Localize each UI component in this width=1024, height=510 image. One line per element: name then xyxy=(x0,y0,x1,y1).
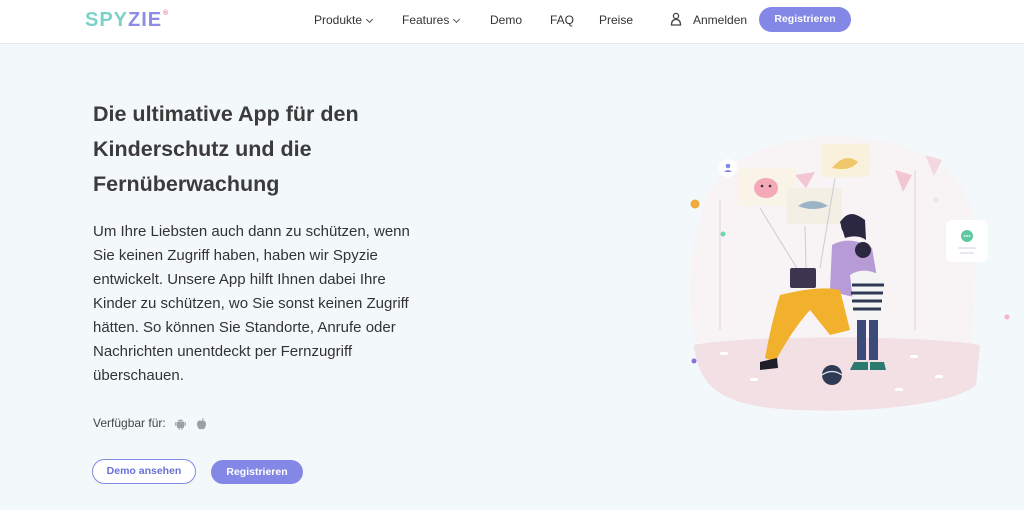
hero-title-line: Kinderschutz und die xyxy=(93,137,312,161)
hero-illustration xyxy=(690,136,1010,411)
logo-trademark: ® xyxy=(162,10,169,17)
top-navigation-bar: SPYZIE ® Produkte Features Demo FAQ Preis… xyxy=(0,0,1024,44)
chevron-down-icon xyxy=(453,15,461,24)
nav-produkte-label: Produkte xyxy=(314,13,363,27)
hero-text-line: Sie keinen Zugriff haben, haben wir Spyz… xyxy=(93,247,378,264)
login-label: Anmelden xyxy=(693,13,748,27)
demo-button[interactable]: Demo ansehen xyxy=(92,459,196,484)
login-link[interactable]: Anmelden xyxy=(693,13,747,27)
nav-faq-label: FAQ xyxy=(550,13,575,27)
hero-text-line: entwickelt. Unsere App hilft Ihnen dabei… xyxy=(93,271,386,288)
nav-demo-label: Demo xyxy=(490,13,523,27)
nav-demo[interactable]: Demo xyxy=(490,13,522,27)
chevron-down-icon xyxy=(365,15,374,24)
hero-text-line: Nachrichten unentdeckt per Fernzugriff xyxy=(93,343,353,360)
logo-text-part1: SPY xyxy=(85,9,129,31)
nav-faq[interactable]: FAQ xyxy=(550,13,574,27)
hero-title-line: Fernüberwachung xyxy=(93,172,280,196)
available-label: Verfügbar für: xyxy=(93,416,166,430)
nav-preise-label: Preise xyxy=(599,13,634,27)
hero-description: Um Ihre Liebsten auch dann zu schützen, … xyxy=(93,220,443,388)
register-button-header[interactable]: Registrieren xyxy=(759,7,851,32)
spyzie-logo[interactable]: SPYZIE ® xyxy=(85,9,168,32)
nav-produkte[interactable]: Produkte xyxy=(314,13,374,27)
register-button[interactable]: Registrieren xyxy=(211,460,303,484)
hero-title: Die ultimative App für den Kinderschutz … xyxy=(93,97,513,202)
available-platforms: Verfügbar für: xyxy=(93,416,208,430)
nav-preise[interactable]: Preise xyxy=(599,13,633,27)
android-icon[interactable] xyxy=(174,417,187,430)
hero-text-line: Kinder zu schützen, wo Sie sonst keinen … xyxy=(93,295,409,312)
nav-features-label: Features xyxy=(402,13,450,27)
hero-text-line: überschauen. xyxy=(93,367,184,384)
hero-title-line: Die ultimative App für den xyxy=(93,102,359,126)
logo-text-part2: ZIE xyxy=(128,9,163,31)
hero-text-line: hätten. So können Sie Standorte, Anrufe … xyxy=(93,319,396,336)
user-icon[interactable] xyxy=(670,12,682,26)
hero-text-line: Um Ihre Liebsten auch dann zu schützen, … xyxy=(93,223,410,240)
nav-features[interactable]: Features xyxy=(402,13,461,27)
apple-icon[interactable] xyxy=(195,417,208,430)
